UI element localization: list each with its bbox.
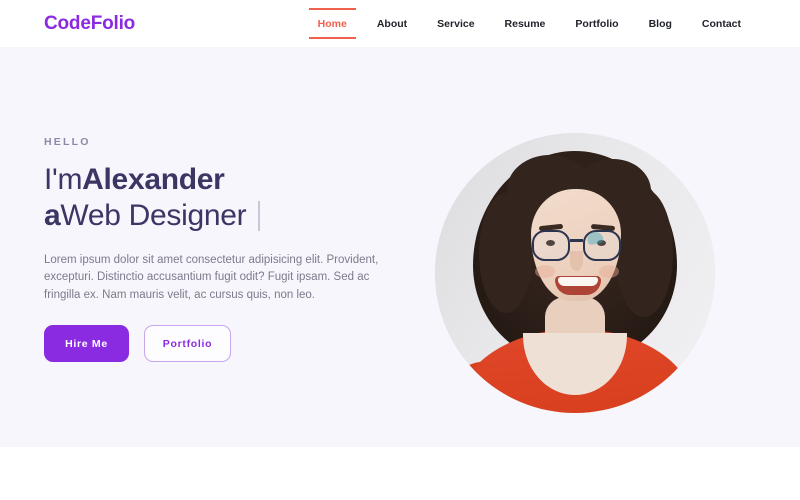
site-header: CodeFolio Home About Service Resume Port…	[0, 0, 800, 47]
hero-headline-article: a	[44, 198, 61, 232]
nav-item-about-label: About	[376, 17, 408, 30]
hero-image-column	[435, 133, 715, 413]
portfolio-button[interactable]: Portfolio	[144, 325, 231, 363]
nav-item-about[interactable]: About	[362, 0, 422, 47]
portfolio-landing-page: CodeFolio Home About Service Resume Port…	[0, 0, 800, 500]
typing-cursor-icon	[258, 200, 261, 231]
nav-item-portfolio[interactable]: Portfolio	[560, 0, 633, 47]
hero-headline-name: Alexander	[82, 162, 225, 196]
hero-paragraph: Lorem ipsum dolor sit amet consectetur a…	[44, 253, 379, 301]
nav-item-blog[interactable]: Blog	[634, 0, 687, 47]
hero-button-group: Hire Me Portfolio	[44, 325, 434, 363]
mouth-shape	[555, 276, 601, 295]
nav-item-service-label: Service	[437, 17, 475, 30]
teeth-shape	[558, 277, 598, 286]
nav-item-home-label: Home	[317, 17, 347, 30]
profile-portrait-image	[435, 133, 715, 413]
hero-eyebrow: HELLO	[44, 135, 91, 148]
hero-headline-line-1: I'm Alexander	[44, 162, 434, 198]
hero-section: HELLO I'm Alexander a Web Designer Lorem…	[0, 47, 800, 447]
nav-item-contact-label: Contact	[701, 17, 741, 30]
hero-headline-line-2: a Web Designer	[44, 198, 434, 234]
glasses-left-lens-icon	[532, 230, 570, 261]
nav-item-resume[interactable]: Resume	[490, 0, 561, 47]
nav-item-contact[interactable]: Contact	[687, 0, 756, 47]
hero-headline-prefix: I'm	[44, 162, 83, 196]
nav-item-resume-label: Resume	[504, 17, 546, 30]
hero-headline: I'm Alexander a Web Designer	[44, 162, 434, 234]
cheek-left-shape	[535, 265, 555, 278]
main-navigation: Home About Service Resume Portfolio Blog…	[303, 0, 756, 47]
nav-item-service[interactable]: Service	[422, 0, 489, 47]
hire-me-button[interactable]: Hire Me	[44, 325, 129, 363]
nose-shape	[570, 251, 583, 271]
cheek-right-shape	[599, 265, 619, 278]
hero-headline-role: Web Designer	[60, 198, 247, 232]
hero-text-column: HELLO I'm Alexander a Web Designer Lorem…	[44, 132, 434, 363]
nav-item-home[interactable]: Home	[303, 0, 362, 47]
glasses-bridge-icon	[570, 239, 583, 242]
nav-item-portfolio-label: Portfolio	[575, 17, 619, 30]
nav-item-blog-label: Blog	[648, 17, 672, 30]
site-logo[interactable]: CodeFolio	[44, 13, 135, 35]
